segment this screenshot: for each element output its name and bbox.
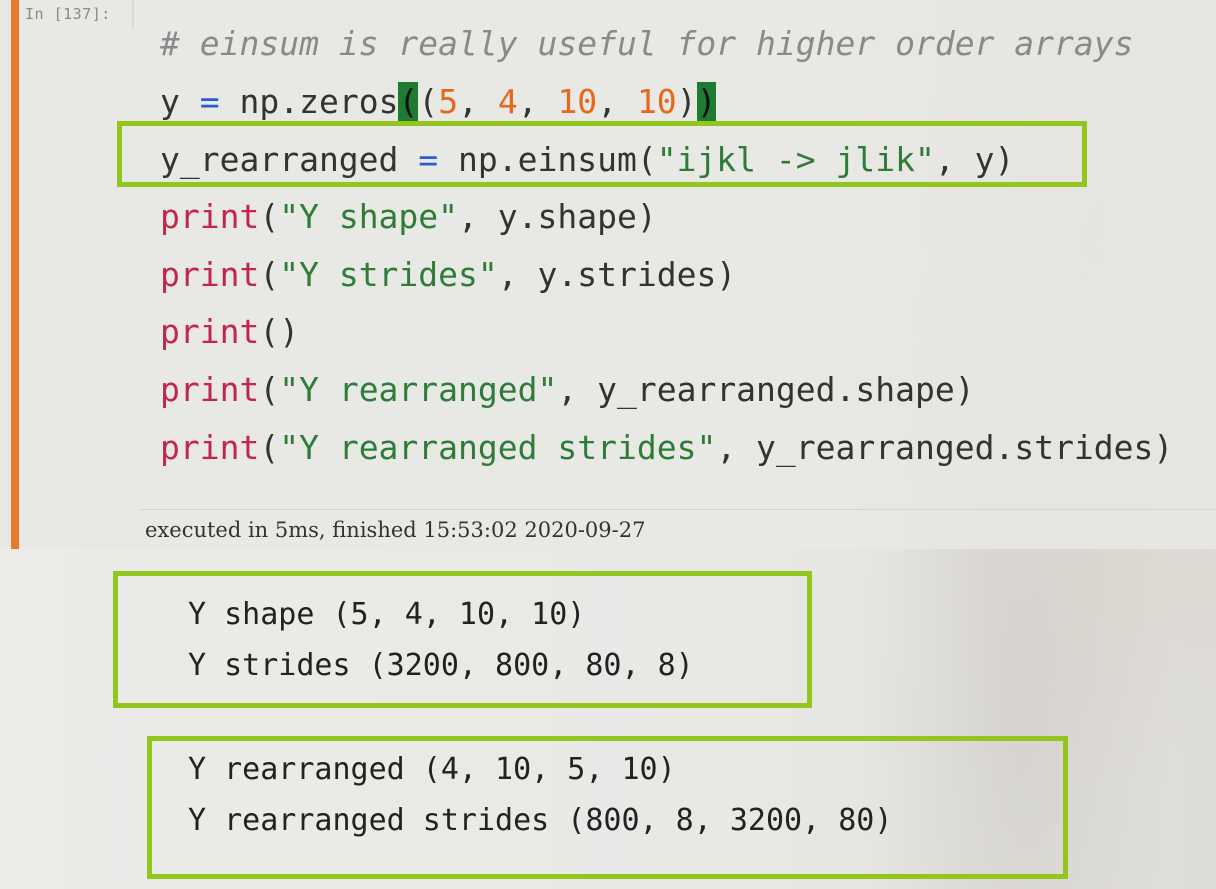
code-token: np.zeros: [219, 82, 399, 121]
code-line[interactable]: print(): [160, 312, 299, 352]
code-token: 4: [497, 82, 518, 121]
code-token: y: [160, 82, 200, 121]
original-output-highlight-box: [113, 571, 812, 708]
matched-bracket: ): [696, 82, 717, 121]
code-token: , y_rearranged.shape): [557, 370, 975, 409]
execution-status: executed in 5ms, finished 15:53:02 2020-…: [145, 518, 646, 542]
code-token: ,: [597, 82, 637, 121]
code-token: "Y shape": [279, 197, 459, 236]
code-token: , y.strides): [497, 255, 737, 294]
execution-divider: [140, 509, 1216, 510]
code-line[interactable]: print("Y strides", y.strides): [160, 255, 736, 295]
code-token: "Y strides": [279, 255, 498, 294]
code-token: print: [160, 428, 260, 467]
code-token: # einsum is really useful for higher ord…: [160, 24, 1134, 63]
code-line[interactable]: print("Y shape", y.shape): [160, 197, 657, 237]
code-token: ): [676, 82, 697, 121]
code-token: =: [199, 82, 220, 121]
code-line[interactable]: # einsum is really useful for higher ord…: [160, 24, 1134, 64]
code-line[interactable]: y = np.zeros((5, 4, 10, 10)): [160, 82, 717, 122]
code-line[interactable]: print("Y rearranged", y_rearranged.shape…: [160, 370, 975, 410]
code-token: "Y rearranged strides": [279, 428, 717, 467]
code-token: 10: [636, 82, 677, 121]
code-token: (: [259, 428, 280, 467]
cell-selection-bar: [11, 0, 19, 549]
code-token: print: [160, 255, 260, 294]
code-token: (): [259, 312, 300, 351]
code-token: (: [418, 82, 439, 121]
code-token: print: [160, 197, 260, 236]
code-token: print: [160, 312, 260, 351]
code-token: ,: [517, 82, 558, 121]
notebook-screen: In [137]: # einsum is really useful for …: [0, 0, 1216, 889]
prompt-divider: [132, 0, 134, 30]
code-token: print: [160, 370, 260, 409]
matched-bracket: (: [398, 82, 419, 121]
rearranged-output-highlight-box: [147, 736, 1068, 879]
code-token: , y_rearranged.strides): [716, 428, 1174, 467]
code-token: 10: [557, 82, 598, 121]
einsum-highlight-box: [117, 121, 1087, 187]
cell-prompt: In [137]:: [25, 5, 111, 23]
code-token: ,: [458, 82, 498, 121]
code-token: 5: [438, 82, 459, 121]
code-token: , y.shape): [458, 197, 657, 236]
code-token: (: [259, 370, 280, 409]
code-token: (: [259, 255, 280, 294]
code-token: (: [259, 197, 280, 236]
code-token: "Y rearranged": [279, 370, 558, 409]
code-line[interactable]: print("Y rearranged strides", y_rearrang…: [160, 428, 1173, 468]
